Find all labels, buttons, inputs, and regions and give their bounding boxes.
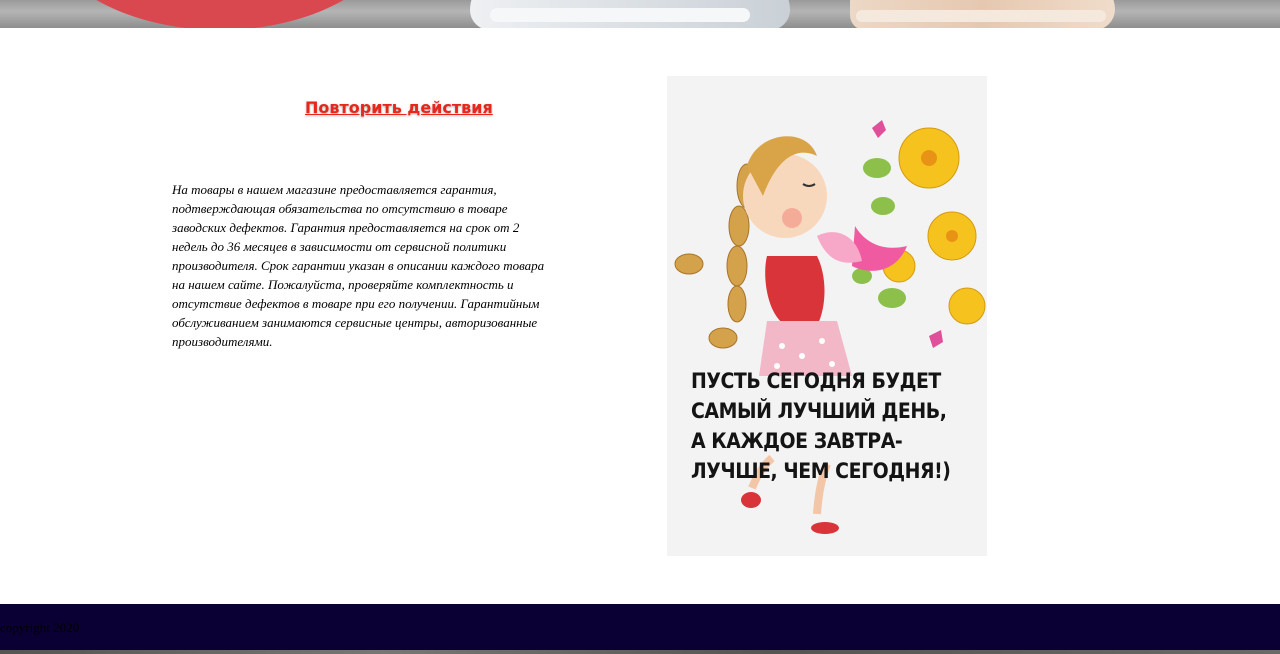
repeat-actions-link[interactable]: Повторить действия <box>305 98 493 117</box>
promo-caption: ПУСТЬ СЕГОДНЯ БУДЕТ САМЫЙ ЛУЧШИЙ ДЕНЬ, А… <box>691 369 951 483</box>
warranty-text: На товары в нашем магазине предоставляет… <box>172 182 545 349</box>
beige-sneaker-image <box>850 0 1115 28</box>
hero-red-shape <box>40 0 400 28</box>
copyright-text: copyright 2020 <box>0 620 80 635</box>
footer: copyright 2020 <box>0 604 1280 654</box>
hero-banner-image <box>0 0 1280 28</box>
footer-bottom-strip <box>0 650 1280 654</box>
promo-illustration: ПУСТЬ СЕГОДНЯ БУДЕТ САМЫЙ ЛУЧШИЙ ДЕНЬ, А… <box>667 76 987 556</box>
white-sneaker-image <box>470 0 790 28</box>
